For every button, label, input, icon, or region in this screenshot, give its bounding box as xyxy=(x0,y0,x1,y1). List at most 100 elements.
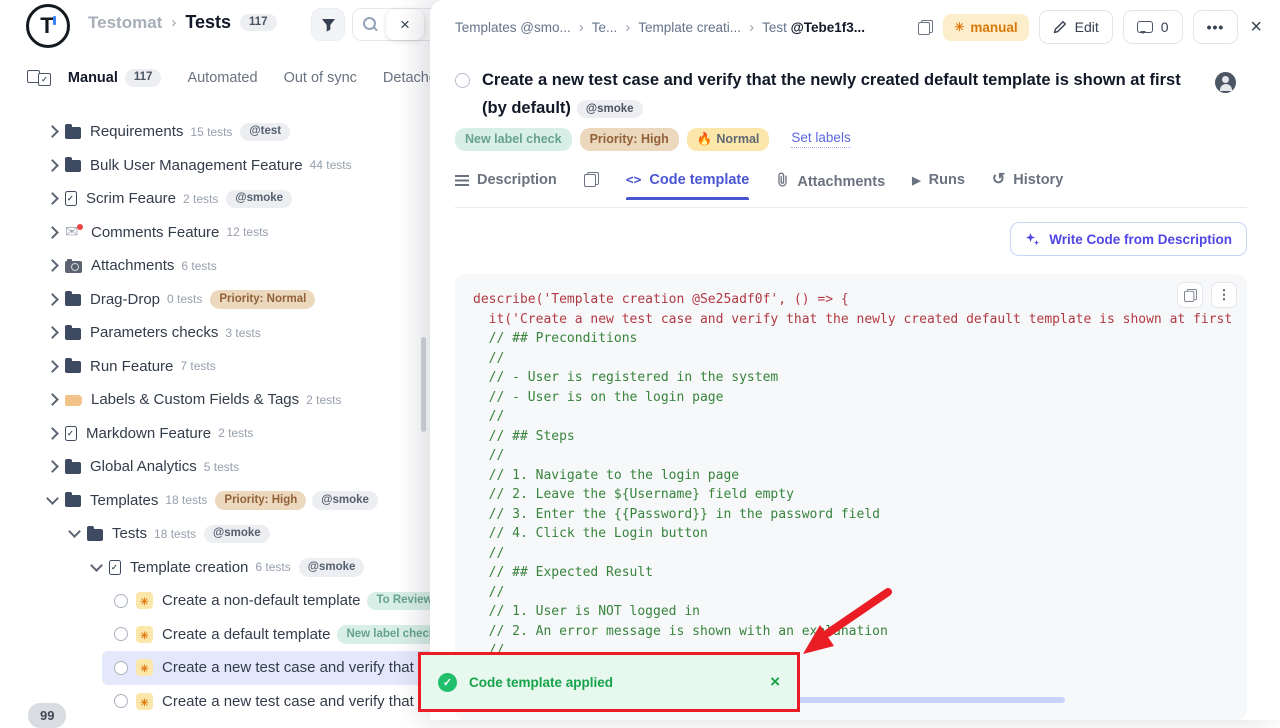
folder-icon xyxy=(65,462,81,474)
set-labels-link[interactable]: Set labels xyxy=(791,130,850,148)
chevron-right-icon[interactable] xyxy=(46,125,59,138)
write-code-label: Write Code from Description xyxy=(1049,232,1232,247)
edit-button[interactable]: Edit xyxy=(1039,10,1113,44)
camera-icon xyxy=(65,261,82,273)
tab-automated[interactable]: Automated xyxy=(187,70,257,86)
clear-search-button[interactable]: × xyxy=(386,9,424,40)
chevron-right-icon[interactable] xyxy=(46,326,59,339)
chevron-right-icon[interactable] xyxy=(46,226,59,239)
funnel-icon xyxy=(321,18,336,32)
chevron-right-separator: › xyxy=(749,19,754,36)
label-text: Normal xyxy=(716,132,759,146)
tree-row[interactable]: Parameters checks3 tests xyxy=(0,316,448,350)
tree-row[interactable]: Create a new test case and verify that xyxy=(102,651,448,685)
breadcrumb-segment[interactable]: Template creati... xyxy=(638,20,741,35)
label-badge[interactable]: New label check xyxy=(455,128,572,151)
tree-row[interactable]: Template creation6 tests@smoke xyxy=(0,551,448,585)
page-title: Tests xyxy=(185,12,231,33)
flame-icon: 🔥 xyxy=(697,132,713,146)
tree-item-label: Templates xyxy=(90,492,158,509)
chevron-down-icon[interactable] xyxy=(46,492,59,505)
test-state-radio[interactable] xyxy=(114,694,128,708)
testomat-logo-icon[interactable]: T xyxy=(26,4,70,48)
chevron-right-separator: › xyxy=(625,19,630,36)
tree-row[interactable]: Requirements15 tests@test xyxy=(0,115,448,149)
chevron-right-icon[interactable] xyxy=(46,427,59,440)
folder-icon xyxy=(65,361,81,373)
folder-icon xyxy=(65,127,81,139)
chevron-right-icon[interactable] xyxy=(46,360,59,373)
tab-attachments[interactable]: Attachments xyxy=(776,172,885,203)
folder-icon xyxy=(65,328,81,340)
tree-row[interactable]: Markdown Feature2 tests xyxy=(0,417,448,451)
test-state-radio[interactable] xyxy=(114,627,128,641)
close-panel-button[interactable]: × xyxy=(1248,16,1264,39)
chevron-right-icon[interactable] xyxy=(46,293,59,306)
tree-item-count: 3 tests xyxy=(225,326,260,340)
breadcrumb: Testomat › Tests 117 xyxy=(88,12,277,33)
breadcrumb-segment[interactable]: Templates @smo... xyxy=(455,20,571,35)
tree-row[interactable]: Create a non-default templateTo Review xyxy=(0,584,448,618)
tests-count-badge: 117 xyxy=(240,14,277,32)
chevron-right-icon[interactable] xyxy=(46,460,59,473)
tree-item-label: Create a new test case and verify that xyxy=(162,659,414,676)
chevron-down-icon[interactable] xyxy=(68,525,81,538)
breadcrumb-segment[interactable]: Test @Tebe1f3... xyxy=(762,20,865,35)
tree-row[interactable]: Global Analytics5 tests xyxy=(0,450,448,484)
test-state-radio[interactable] xyxy=(114,594,128,608)
chevron-down-icon[interactable] xyxy=(90,559,103,572)
sidebar-scrollbar[interactable] xyxy=(421,337,426,432)
filter-button[interactable] xyxy=(311,8,345,41)
tree-row[interactable]: Attachments6 tests xyxy=(0,249,448,283)
chevron-right-icon[interactable] xyxy=(46,393,59,406)
tree-row[interactable]: Drag-Drop0 testsPriority: Normal xyxy=(0,283,448,317)
chevron-right-icon[interactable] xyxy=(46,159,59,172)
tree-row[interactable]: Create a new test case and verify that xyxy=(0,685,448,719)
select-tests-icon[interactable] xyxy=(38,70,40,86)
code-line: // 2. Leave the ${Username} field empty xyxy=(473,487,794,502)
copy-description-icon[interactable] xyxy=(584,172,599,187)
code-menu-button[interactable]: ⋮ xyxy=(1211,282,1237,308)
comments-button[interactable]: 0 xyxy=(1123,10,1183,44)
test-status-radio[interactable] xyxy=(455,73,470,88)
breadcrumb-segment[interactable]: Te... xyxy=(592,20,618,35)
brand-name[interactable]: Testomat xyxy=(88,13,162,33)
tab-manual[interactable]: Manual117 xyxy=(68,69,162,87)
overflow-count-badge[interactable]: 99 xyxy=(28,703,66,728)
copy-test-id-icon[interactable] xyxy=(918,20,933,35)
test-state-radio[interactable] xyxy=(114,661,128,675)
label-badge[interactable]: Priority: High xyxy=(580,128,679,151)
tree-row[interactable]: Comments Feature12 tests xyxy=(0,216,448,250)
copy-code-button[interactable] xyxy=(1177,282,1203,308)
tree-item-count: 6 tests xyxy=(255,560,290,574)
tab-description[interactable]: Description xyxy=(455,172,557,200)
tree-row[interactable]: Labels & Custom Fields & Tags2 tests xyxy=(0,383,448,417)
code-line: // 1. User is NOT logged in xyxy=(473,604,700,619)
assignee-avatar[interactable] xyxy=(1215,72,1236,93)
tree-row[interactable]: Create a default templateNew label check xyxy=(0,618,448,652)
test-tree: Requirements15 tests@testBulk User Manag… xyxy=(0,115,448,720)
more-actions-button[interactable]: ••• xyxy=(1193,10,1239,44)
test-title: Create a new test case and verify that t… xyxy=(482,66,1181,122)
toast-close-button[interactable]: × xyxy=(770,672,780,692)
write-code-from-description-button[interactable]: Write Code from Description xyxy=(1010,222,1247,256)
tab-history[interactable]: ↺History xyxy=(992,172,1063,200)
tree-row[interactable]: Templates18 testsPriority: High@smoke xyxy=(0,484,448,518)
tree-row[interactable]: Tests18 tests@smoke xyxy=(0,517,448,551)
vertical-dots-icon: ⋮ xyxy=(1218,287,1231,303)
detail-tabs: Description <>Code template Attachments ▶Ru… xyxy=(455,172,1063,208)
edit-label: Edit xyxy=(1075,19,1099,35)
tree-row[interactable]: Run Feature7 tests xyxy=(0,350,448,384)
label-badge[interactable]: 🔥Normal xyxy=(687,128,770,151)
chevron-right-icon[interactable] xyxy=(46,259,59,272)
tab-code-template[interactable]: <>Code template xyxy=(626,172,750,200)
code-line: // - User is on the login page xyxy=(473,390,723,405)
tab-count-badge: 117 xyxy=(125,69,162,87)
tab-out-of-sync[interactable]: Out of sync xyxy=(284,70,357,86)
code-line: // 4. Click the Login button xyxy=(473,526,708,541)
tree-item-label: Attachments xyxy=(91,257,174,274)
tree-row[interactable]: Bulk User Management Feature44 tests xyxy=(0,149,448,183)
chevron-right-icon[interactable] xyxy=(46,192,59,205)
tab-runs[interactable]: ▶Runs xyxy=(912,172,965,200)
tree-row[interactable]: Scrim Feaure2 tests@smoke xyxy=(0,182,448,216)
